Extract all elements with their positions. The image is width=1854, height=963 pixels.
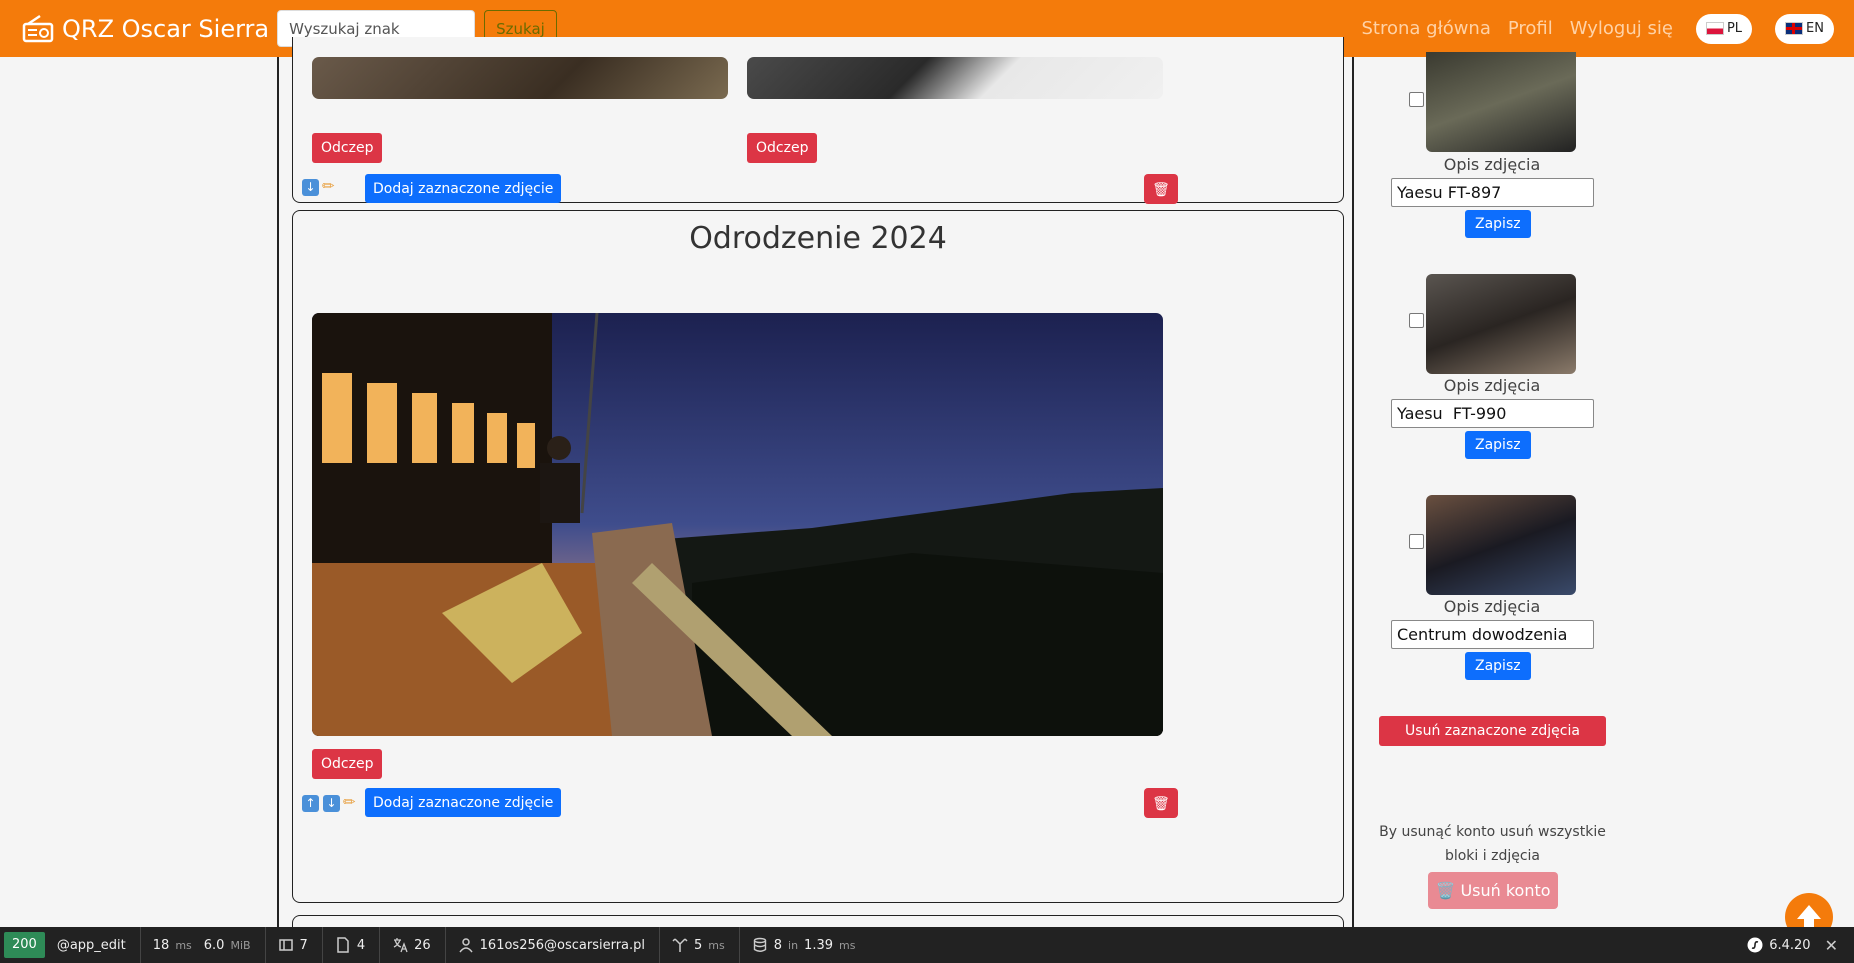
- move-up-icon[interactable]: ↑: [302, 795, 319, 812]
- translations-count: 26: [414, 937, 431, 953]
- detach-button[interactable]: Odczep: [312, 749, 383, 779]
- debug-memory[interactable]: 6.0 MiB: [204, 938, 251, 953]
- templates-count: 4: [356, 937, 366, 953]
- debug-route[interactable]: @app_edit: [57, 938, 126, 953]
- translation-icon: [393, 938, 408, 953]
- db-queries: 8: [773, 937, 783, 953]
- photo-description-input[interactable]: [1391, 620, 1594, 649]
- lang-pl-button[interactable]: PL: [1695, 13, 1753, 44]
- lang-pl-label: PL: [1726, 21, 1743, 36]
- db-time: 1.39: [804, 937, 833, 953]
- save-description-button[interactable]: Zapisz: [1465, 431, 1531, 459]
- photo-select-checkbox[interactable]: [1409, 313, 1424, 328]
- status-badge[interactable]: 200: [4, 932, 45, 958]
- debug-templates[interactable]: 4: [335, 937, 365, 953]
- block-photo[interactable]: [312, 57, 728, 99]
- content-block: Odczep Odczep ↓ ✏ Dodaj zaznaczone zdjęc…: [292, 37, 1344, 204]
- debug-version[interactable]: 6.4.20: [1747, 937, 1811, 953]
- debug-separator: [659, 927, 660, 963]
- photo-thumbnail[interactable]: [1426, 495, 1576, 595]
- content-block: Odrodzenie 2024 Odczep ↑ ↓ ✏ Dodaj zazna…: [292, 210, 1344, 903]
- add-selected-photo-button[interactable]: Dodaj zaznaczone zdjęcie: [365, 788, 562, 817]
- photo-thumbnail[interactable]: [1426, 274, 1576, 374]
- db-in: in: [788, 938, 799, 952]
- sunset-mountain-photo: [312, 313, 1163, 736]
- debug-separator: [444, 927, 446, 963]
- user-email: 161os256@oscarsierra.pl: [479, 937, 645, 953]
- save-description-button[interactable]: Zapisz: [1465, 210, 1531, 238]
- forms-icon: [278, 939, 293, 951]
- lang-en-label: EN: [1806, 21, 1824, 36]
- delete-block-button[interactable]: 🗑: [1144, 174, 1178, 204]
- add-selected-photo-button[interactable]: Dodaj zaznaczone zdjęcie: [365, 174, 562, 203]
- time-value: 18: [152, 937, 170, 953]
- debug-user[interactable]: 161os256@oscarsierra.pl: [458, 937, 645, 953]
- symfony-icon: [1747, 937, 1763, 953]
- time-unit: ms: [175, 938, 192, 952]
- memory-value: 6.0: [203, 937, 225, 953]
- trash-icon: 🗑: [1152, 180, 1170, 197]
- db-unit: ms: [839, 938, 856, 952]
- delete-account-button[interactable]: 🗑️ Usuń konto: [1428, 872, 1558, 909]
- nav-home-link[interactable]: Strona główna: [1362, 18, 1491, 39]
- photo-description-label: Opis zdjęcia: [1443, 376, 1541, 395]
- block-photo[interactable]: [747, 57, 1163, 99]
- delete-block-button[interactable]: 🗑: [1144, 788, 1178, 818]
- close-icon[interactable]: ✕: [1825, 936, 1838, 955]
- debug-right: 6.4.20 ✕: [1735, 936, 1854, 955]
- photo-select-checkbox[interactable]: [1409, 92, 1424, 107]
- debug-separator: [264, 927, 266, 963]
- brand[interactable]: QRZ Oscar Sierra: [22, 14, 269, 44]
- radio-icon: [22, 14, 54, 42]
- photo-thumbnail[interactable]: [1426, 52, 1576, 152]
- user-icon: [459, 938, 473, 953]
- photo-description-input[interactable]: [1391, 399, 1594, 428]
- uk-flag-icon: [1785, 22, 1804, 35]
- route-name: @app_edit: [56, 937, 126, 953]
- debug-separator: [738, 927, 740, 963]
- poland-flag-icon: [1705, 22, 1724, 35]
- debug-separator: [139, 927, 141, 963]
- database-icon: [753, 937, 766, 952]
- debug-time[interactable]: 18 ms: [153, 938, 192, 953]
- block-title: Odrodzenie 2024: [689, 221, 947, 256]
- photo-select-checkbox[interactable]: [1409, 534, 1424, 549]
- detach-button[interactable]: Odczep: [312, 133, 383, 163]
- photo-description-label: Opis zdjęcia: [1443, 155, 1541, 174]
- move-down-icon[interactable]: ↓: [302, 179, 319, 196]
- save-description-button[interactable]: Zapisz: [1465, 652, 1531, 680]
- template-icon: [337, 937, 349, 953]
- nav-links: Strona główna Profil Wyloguj się PL EN: [1362, 13, 1834, 44]
- brand-name: QRZ Oscar Sierra: [62, 14, 270, 43]
- delete-selected-photos-button[interactable]: Usuń zaznaczone zdjęcia: [1379, 716, 1606, 746]
- debug-database[interactable]: 8 in 1.39 ms: [752, 937, 856, 953]
- debug-forms[interactable]: 7: [278, 937, 308, 953]
- move-down-icon[interactable]: ↓: [323, 795, 340, 812]
- debug-separator: [321, 927, 323, 963]
- memory-unit: MiB: [230, 938, 251, 952]
- debug-events[interactable]: 5 ms: [672, 937, 725, 953]
- symfony-version: 6.4.20: [1769, 937, 1811, 953]
- debug-translations[interactable]: 26: [392, 937, 431, 953]
- debug-separator: [379, 927, 381, 963]
- photo-description-label: Opis zdjęcia: [1443, 597, 1541, 616]
- debug-toolbar: 200 @app_edit 18 ms 6.0 MiB 7 4 26 161os25…: [0, 927, 1854, 963]
- events-unit: ms: [708, 938, 725, 952]
- lang-en-button[interactable]: EN: [1775, 13, 1834, 44]
- events-time: 5: [694, 937, 703, 953]
- nav-logout-link[interactable]: Wyloguj się: [1570, 18, 1673, 39]
- edit-pencil-icon[interactable]: ✏: [322, 177, 335, 195]
- photo-description-input[interactable]: [1391, 178, 1594, 207]
- delete-account-warning: By usunąć konto usuń wszystkie bloki i z…: [1379, 824, 1606, 864]
- nav-profile-link[interactable]: Profil: [1508, 18, 1553, 39]
- detach-button[interactable]: Odczep: [747, 133, 818, 163]
- trash-icon: 🗑: [1152, 794, 1170, 811]
- forms-count: 7: [299, 937, 308, 953]
- main-column: Odczep Odczep ↓ ✏ Dodaj zaznaczone zdjęc…: [277, 37, 1354, 945]
- block-photo[interactable]: [312, 313, 1163, 736]
- events-icon: [672, 938, 688, 952]
- edit-pencil-icon[interactable]: ✏: [343, 793, 356, 811]
